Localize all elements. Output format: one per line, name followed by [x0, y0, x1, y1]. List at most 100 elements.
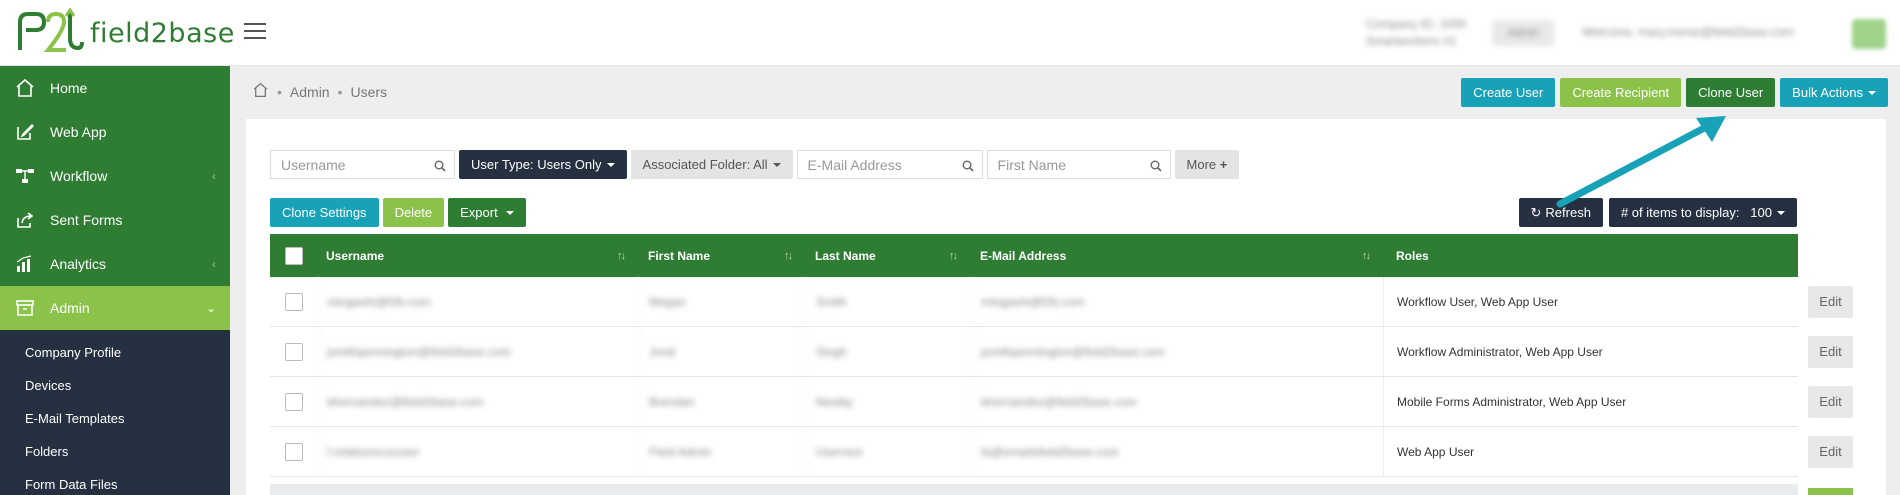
home-icon[interactable] — [252, 82, 269, 101]
workflow-icon — [14, 165, 36, 187]
sidebar-item-admin[interactable]: Admin ⌄ — [0, 286, 230, 330]
menu-toggle-icon[interactable] — [244, 23, 266, 41]
edit-button[interactable]: Edit — [1808, 335, 1853, 368]
delete-button[interactable]: Delete — [382, 198, 445, 227]
header-first-name[interactable]: First Name ↑↓ — [638, 234, 805, 277]
row-checkbox[interactable] — [285, 392, 303, 411]
header-email[interactable]: E-Mail Address ↑↓ — [970, 234, 1383, 277]
sidebar-item-label: Web App — [50, 124, 107, 140]
edit-button[interactable]: Edit — [1808, 285, 1853, 318]
header-label: E-Mail Address — [980, 248, 1067, 263]
breadcrumb-admin[interactable]: Admin — [290, 84, 330, 100]
sidebar-item-label: Home — [50, 80, 88, 96]
edit-button[interactable]: Edit — [1808, 435, 1853, 468]
select-all-checkbox[interactable] — [285, 246, 303, 265]
edit-button[interactable]: Edit — [1808, 385, 1853, 418]
table-row[interactable]: f.relationsrunuser Field Admin Uservice … — [270, 427, 1853, 477]
sort-icon: ↑↓ — [949, 249, 958, 262]
bulk-actions-button[interactable]: Bulk Actions — [1780, 78, 1888, 107]
archive-icon — [14, 297, 36, 319]
more-label: More — [1186, 157, 1217, 172]
account-button[interactable]: Admin — [1492, 20, 1554, 46]
cell-roles: Mobile Forms Administrator, Web App User — [1383, 377, 1798, 426]
table-toolbar: Clone Settings Delete Export — [270, 198, 526, 227]
header-label: Roles — [1396, 248, 1429, 263]
sidebar-item-sent-forms[interactable]: Sent Forms — [0, 198, 230, 242]
header-roles: Roles — [1383, 234, 1798, 277]
sort-icon: ↑↓ — [1362, 249, 1371, 262]
company-label: Company ID: 1000 — [1366, 17, 1467, 31]
logo-mark-icon — [18, 8, 84, 52]
welcome-text: Welcome, mary.morse@field2base.com — [1582, 25, 1794, 39]
caret-down-icon — [1868, 90, 1876, 95]
cell-roles: Workflow Administrator, Web App User — [1383, 327, 1798, 376]
create-user-button[interactable]: Create User — [1461, 78, 1556, 107]
create-recipient-button[interactable]: Create Recipient — [1560, 78, 1682, 107]
sidebar-item-web-app[interactable]: Web App — [0, 110, 230, 154]
table-row[interactable]: bhernandez@field2base.com Brendan Newby … — [270, 377, 1853, 427]
submenu-item-form-data-files[interactable]: Form Data Files — [0, 468, 230, 495]
sidebar-item-label: Sent Forms — [50, 212, 123, 228]
sidebar-item-analytics[interactable]: Analytics ‹ — [0, 242, 230, 286]
associated-folder-label: Associated Folder: All — [642, 157, 768, 172]
sidebar: Home Web App Workflow ‹ Sent Forms Analy… — [0, 66, 230, 495]
cell-username: bhernandez@field2base.com — [318, 377, 638, 426]
associated-folder-dropdown[interactable]: Associated Folder: All — [630, 150, 793, 179]
edit-button-partial[interactable] — [1808, 488, 1853, 495]
filter-bar: Username User Type: Users Only Associate… — [270, 150, 1240, 179]
clone-user-button[interactable]: Clone User — [1686, 78, 1776, 107]
breadcrumb-separator: • — [277, 83, 282, 100]
submenu-item-company-profile[interactable]: Company Profile — [0, 336, 230, 369]
user-type-dropdown[interactable]: User Type: Users Only — [459, 150, 627, 179]
bar-chart-icon — [14, 253, 36, 275]
chevron-down-icon: ⌄ — [205, 301, 216, 315]
cell-last-name: Smith — [805, 277, 970, 326]
refresh-icon: ↻ — [1530, 204, 1542, 220]
bulk-actions-label: Bulk Actions — [1792, 85, 1863, 100]
share-icon — [14, 209, 36, 231]
submenu-item-folders[interactable]: Folders — [0, 435, 230, 468]
caret-down-icon — [505, 210, 514, 215]
caret-down-icon — [606, 162, 615, 167]
table-row[interactable]: jsmithpennington@field2base.com Jordi Si… — [270, 327, 1853, 377]
chevron-left-icon: ‹ — [212, 257, 216, 271]
header-username[interactable]: Username ↑↓ — [318, 234, 638, 277]
sidebar-item-label: Admin — [50, 300, 90, 316]
row-checkbox[interactable] — [285, 342, 303, 361]
top-actions: Create User Create Recipient Clone User … — [1461, 78, 1888, 107]
row-checkbox[interactable] — [285, 292, 303, 311]
brand-logo[interactable]: field2base — [14, 8, 235, 58]
table-row[interactable]: mtogashi@f2b.com Megan Smith mtogashi@f2… — [270, 277, 1853, 327]
avatar[interactable] — [1852, 19, 1886, 49]
sort-icon: ↑↓ — [617, 249, 626, 262]
username-filter-input[interactable]: Username — [270, 150, 455, 179]
sidebar-item-workflow[interactable]: Workflow ‹ — [0, 154, 230, 198]
more-filters-button[interactable]: More + — [1174, 150, 1240, 179]
first-name-filter-input[interactable]: First Name — [986, 150, 1171, 179]
cell-first-name: Brendan — [638, 377, 805, 426]
items-value: 100 — [1750, 205, 1772, 220]
username-placeholder: Username — [281, 156, 346, 173]
logo-text: field2base — [90, 17, 235, 49]
submenu-item-devices[interactable]: Devices — [0, 369, 230, 402]
annotation-arrow-icon — [1556, 116, 1726, 208]
clone-settings-button[interactable]: Clone Settings — [270, 198, 379, 227]
sidebar-item-home[interactable]: Home — [0, 66, 230, 110]
edit-icon — [14, 121, 36, 143]
table-row-partial[interactable] — [270, 484, 1798, 495]
cell-email: mtogashi@f2b.com — [970, 277, 1383, 326]
cell-username: jsmithpennington@field2base.com — [318, 327, 638, 376]
cell-roles: Web App User — [1383, 427, 1798, 476]
email-filter-input[interactable]: E-Mail Address — [796, 150, 983, 179]
submenu-item-email-templates[interactable]: E-Mail Templates — [0, 402, 230, 435]
search-icon — [1150, 159, 1162, 175]
export-button[interactable]: Export — [448, 198, 526, 227]
cell-email: jsmithpennington@field2base.com — [970, 327, 1383, 376]
cell-email: bhernandez@field2base.com — [970, 377, 1383, 426]
search-icon — [434, 159, 446, 175]
cell-last-name: Singh — [805, 327, 970, 376]
cell-last-name: Uservice — [805, 427, 970, 476]
header-last-name[interactable]: Last Name ↑↓ — [805, 234, 970, 277]
row-checkbox[interactable] — [285, 442, 303, 461]
cell-first-name: Field Admin — [638, 427, 805, 476]
